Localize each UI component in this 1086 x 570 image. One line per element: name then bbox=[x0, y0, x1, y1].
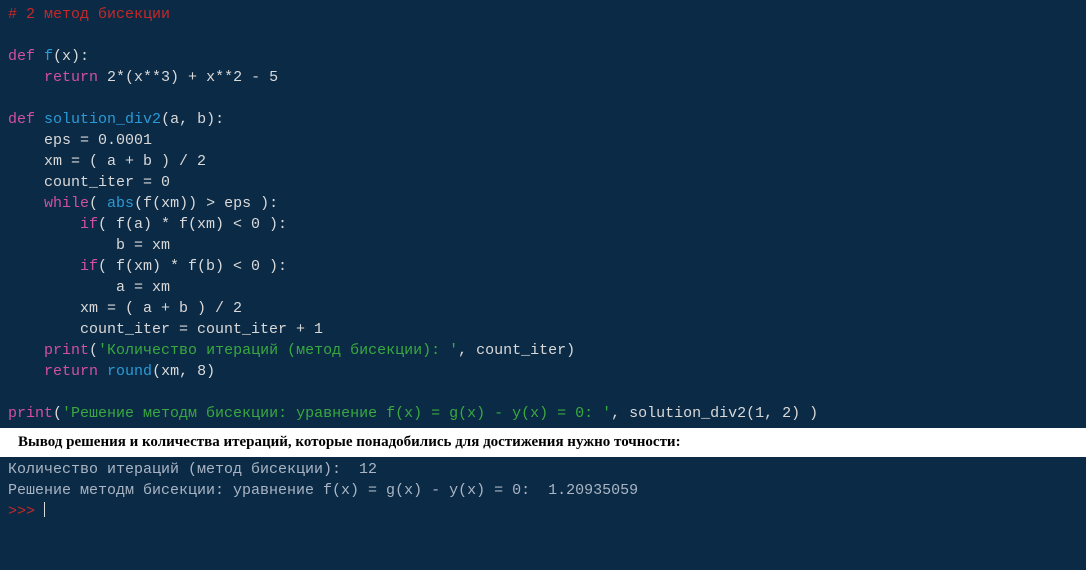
string-literal: 'Решение методм бисекции: уравнение f(x)… bbox=[62, 405, 611, 422]
if-cond: ( f(a) * f(xm) < 0 ): bbox=[98, 216, 287, 233]
keyword-return: return bbox=[44, 363, 98, 380]
console-output: Количество итераций (метод бисекции): 12… bbox=[0, 457, 1086, 524]
python-source-code: # 2 метод бисекции def f(x): return 2*(x… bbox=[0, 0, 1086, 428]
code-line: xm = ( a + b ) / 2 bbox=[8, 153, 206, 170]
output-line-1: Количество итераций (метод бисекции): 12 bbox=[8, 461, 377, 478]
code-comment: # 2 метод бисекции bbox=[8, 6, 170, 23]
function-args: (a, b): bbox=[161, 111, 224, 128]
repl-prompt[interactable]: >>> bbox=[8, 503, 44, 520]
output-caption: Вывод решения и количества итераций, кот… bbox=[0, 428, 1086, 457]
code-line: xm = ( a + b ) / 2 bbox=[8, 300, 242, 317]
function-name-f: f bbox=[44, 48, 53, 65]
if-cond: ( f(xm) * f(b) < 0 ): bbox=[98, 258, 287, 275]
builtin-round: round bbox=[107, 363, 152, 380]
while-cond: (f(xm)) > eps ): bbox=[134, 195, 278, 212]
keyword-if: if bbox=[80, 258, 98, 275]
print-tail: , count_iter) bbox=[458, 342, 575, 359]
builtin-abs: abs bbox=[107, 195, 134, 212]
string-literal: 'Количество итераций (метод бисекции): ' bbox=[98, 342, 458, 359]
keyword-return: return bbox=[44, 69, 98, 86]
keyword-def: def bbox=[8, 48, 35, 65]
code-line: b = xm bbox=[8, 237, 170, 254]
function-name-solution-div2: solution_div2 bbox=[44, 111, 161, 128]
builtin-print: print bbox=[44, 342, 89, 359]
code-line: count_iter = 0 bbox=[8, 174, 170, 191]
builtin-print: print bbox=[8, 405, 53, 422]
while-open: ( bbox=[89, 195, 107, 212]
output-line-2: Решение методм бисекции: уравнение f(x) … bbox=[8, 482, 638, 499]
keyword-while: while bbox=[44, 195, 89, 212]
function-body: 2*(x**3) + x**2 - 5 bbox=[107, 69, 278, 86]
keyword-if: if bbox=[80, 216, 98, 233]
code-line: a = xm bbox=[8, 279, 170, 296]
code-line: eps = 0.0001 bbox=[8, 132, 152, 149]
keyword-def: def bbox=[8, 111, 35, 128]
return-args: (xm, 8) bbox=[152, 363, 215, 380]
print-tail: , solution_div2(1, 2) ) bbox=[611, 405, 818, 422]
code-line: count_iter = count_iter + 1 bbox=[8, 321, 323, 338]
text-cursor bbox=[44, 502, 45, 517]
function-args: (x): bbox=[53, 48, 89, 65]
